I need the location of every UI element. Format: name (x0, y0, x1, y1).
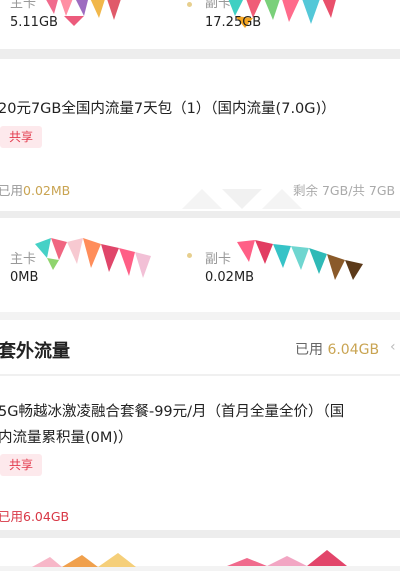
bullet-dot (187, 2, 192, 7)
bullet-dot (187, 253, 192, 258)
package-title: 20元7GB全国内流量7天包（1）（国内流量(7.0G)） (0, 101, 336, 117)
divider (0, 49, 400, 59)
package-usage-card: 主卡 0MB 副卡 0.02MB (0, 218, 400, 312)
shared-tag: 共享 (0, 126, 43, 148)
used-amount: 已用6.04GB (0, 509, 70, 524)
shared-tag: 共享 (0, 454, 43, 476)
sub-card-value: 17.25GB (205, 15, 262, 30)
used-amount: 已用0.02MB (0, 180, 70, 199)
outside-traffic-header[interactable]: 套外流量 已用 6.04GB ‹ (0, 320, 400, 374)
sub-card-number-redacted (237, 240, 365, 284)
main-card-number-redacted (35, 238, 153, 282)
section-used: 已用 6.04GB (295, 339, 379, 359)
chevron-right-icon[interactable]: ‹ (390, 339, 396, 355)
top-usage-card: 主卡 5.11GB 副卡 17.25GB (0, 0, 400, 49)
main-card-value: 0MB (10, 270, 39, 285)
sub-card-number-redacted (227, 550, 357, 570)
used-label: 已用 (0, 183, 24, 198)
used-label: 已用 (295, 342, 323, 358)
sub-card-value: 0.02MB (205, 270, 255, 285)
bottom-usage-card (0, 538, 400, 567)
divider (0, 530, 400, 538)
divider (0, 211, 400, 218)
used-value: 6.04GB (327, 342, 380, 358)
main-card-number-redacted (32, 552, 142, 571)
main-card-label: 主卡 (10, 0, 37, 11)
decor-triangles (182, 189, 302, 209)
main-card-value: 5.11GB (10, 15, 58, 30)
sub-card-label: 副卡 (205, 252, 232, 267)
package-title-line2: 内流量累积量(0M)） (0, 430, 133, 446)
section-title: 套外流量 (0, 341, 70, 362)
remaining-amount: 剩余 7GB/共 7GB (293, 183, 396, 198)
main-card-label: 主卡 (10, 252, 37, 267)
package-card-1[interactable]: 20元7GB全国内流量7天包（1）（国内流量(7.0G)） 共享 已用0.02M… (0, 59, 400, 211)
package-title-line1: 5G畅越冰激凌融合套餐-99元/月（首月全量全价）（国 (0, 404, 345, 420)
used-value: 0.02MB (23, 183, 71, 198)
divider (0, 312, 400, 320)
package-card-2[interactable]: 5G畅越冰激凌融合套餐-99元/月（首月全量全价）（国 内流量累积量(0M)） … (0, 376, 400, 530)
